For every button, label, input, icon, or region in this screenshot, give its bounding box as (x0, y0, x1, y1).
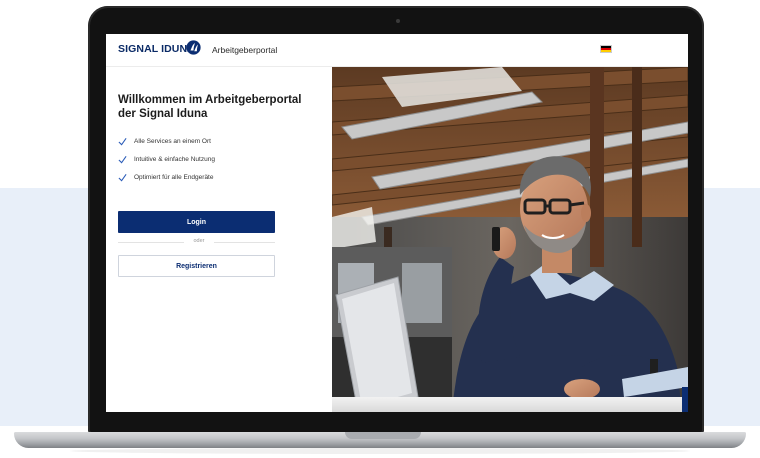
laptop-screen: SIGNAL IDUNA Arbeitgeberportal Willkomme… (106, 34, 688, 412)
camera-icon (396, 19, 400, 23)
divider-left (118, 242, 184, 243)
signal-iduna-logo-icon[interactable] (186, 40, 201, 55)
login-button[interactable]: Login (118, 211, 275, 233)
register-button[interactable]: Registrieren (118, 255, 275, 277)
feature-text: Optimiert für alle Endgeräte (134, 174, 214, 181)
feature-text: Alle Services an einem Ort (134, 138, 211, 145)
hero-photo-illustration (332, 67, 688, 412)
laptop-shadow (70, 448, 690, 454)
checkmark-icon (118, 174, 127, 182)
checkmark-icon (118, 156, 127, 164)
hero-image (332, 67, 688, 412)
marketing-stage: SIGNAL IDUNA Arbeitgeberportal Willkomme… (0, 0, 760, 458)
checkmark-icon (118, 138, 127, 146)
brand-name: SIGNAL IDUNA (118, 43, 195, 55)
german-flag-icon[interactable] (600, 45, 612, 53)
app-name: Arbeitgeberportal (212, 45, 278, 55)
divider-right (214, 242, 275, 243)
laptop-notch (345, 432, 421, 439)
top-navigation-bar: SIGNAL IDUNA Arbeitgeberportal (106, 34, 688, 67)
or-separator: oder (193, 238, 205, 244)
welcome-heading: Willkommen im Arbeitgeberportal der Sign… (118, 94, 302, 120)
feature-text: Intuitive & einfache Nutzung (134, 156, 215, 163)
login-panel: Willkommen im Arbeitgeberportal der Sign… (106, 67, 332, 412)
